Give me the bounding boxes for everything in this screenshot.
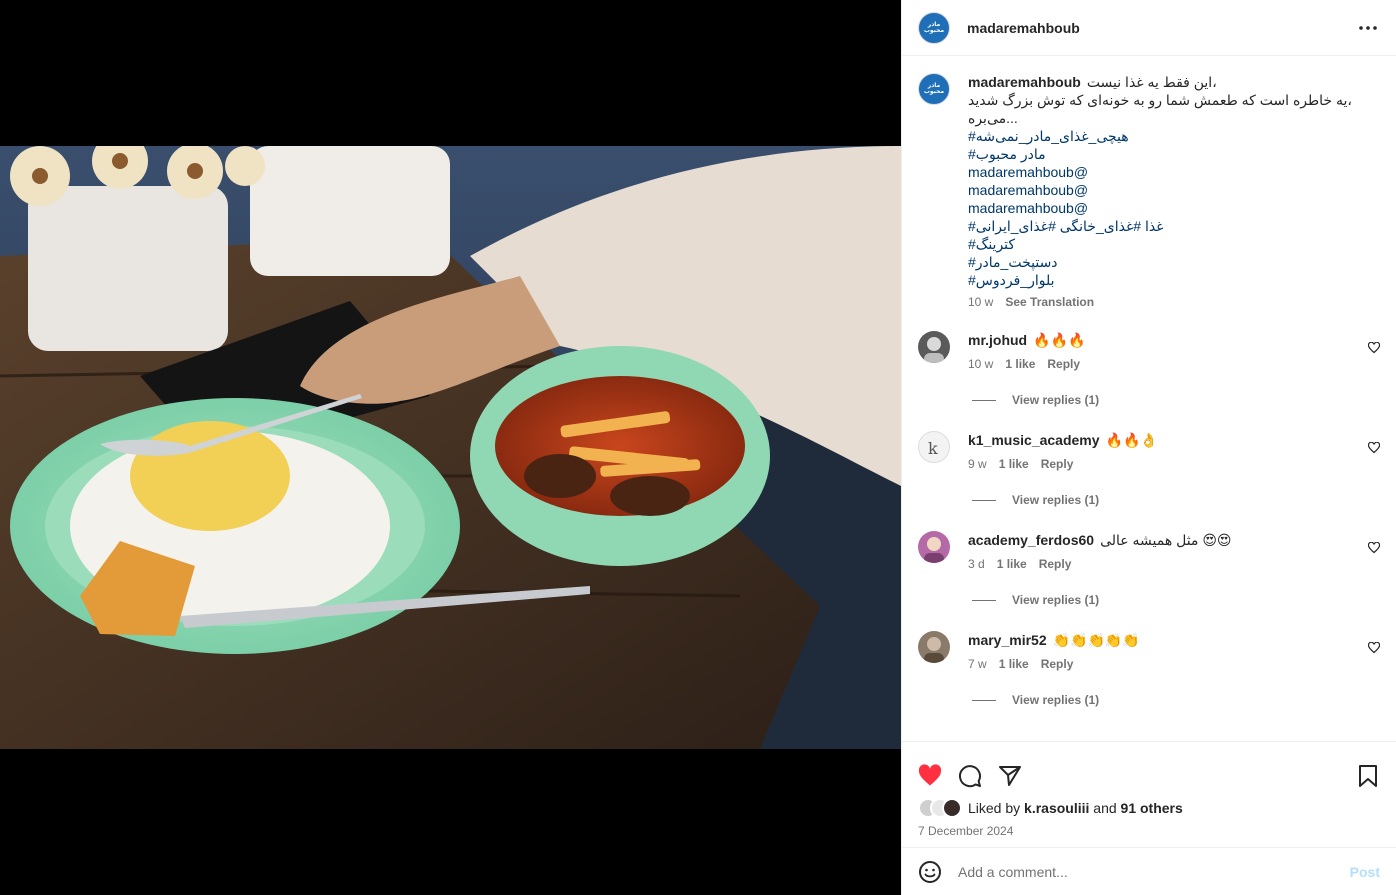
liked-by-others[interactable]: 91 others (1121, 800, 1183, 816)
comment-time[interactable]: 10 w (968, 357, 993, 371)
caption-line: می‌بره... (968, 110, 1018, 126)
mention-link[interactable]: madaremahboub@ (968, 163, 1088, 181)
comment-time[interactable]: 7 w (968, 657, 987, 671)
view-replies-button[interactable]: View replies (1) (972, 593, 1380, 607)
caption-body: madaremahboub این فقط یه غذا نیست، یه خا… (968, 73, 1380, 309)
post-media (0, 0, 901, 895)
view-replies-button[interactable]: View replies (1) (972, 693, 1380, 707)
view-replies-label: View replies (1) (1012, 593, 1100, 607)
comment-item: k k1_music_academy 🔥🔥👌 9 w 1 like Reply (918, 431, 1381, 507)
post-comment-button[interactable]: Post (1350, 864, 1380, 880)
comment-like-heart-icon[interactable] (1367, 641, 1381, 654)
hashtag-link[interactable]: #بلوار_فردوس (968, 271, 1055, 289)
heart-icon[interactable] (918, 764, 942, 788)
comment-text: 👏👏👏👏👏 (1052, 632, 1140, 648)
post-photo[interactable] (0, 146, 901, 749)
view-replies-label: View replies (1) (1012, 393, 1100, 407)
brand-logo-text: مادر محبوب (923, 83, 945, 95)
food-photo-illustration (0, 146, 901, 749)
comment-like-heart-icon[interactable] (1367, 341, 1381, 354)
caption-line: این فقط یه غذا نیست، (1086, 74, 1217, 90)
commenter-username[interactable]: mary_mir52 (968, 631, 1047, 649)
comment-text: 😍😍 مثل همیشه عالی (1100, 532, 1232, 548)
comment-time[interactable]: 3 d (968, 557, 985, 571)
commenter-username[interactable]: k1_music_academy (968, 431, 1100, 449)
hashtag-link[interactable]: #غذا #غذای_خانگی #غذای_ایرانی (968, 217, 1164, 235)
comment-likes[interactable]: 1 like (997, 557, 1027, 571)
comment-likes[interactable]: 1 like (999, 657, 1029, 671)
mention-link[interactable]: madaremahboub@ (968, 199, 1088, 217)
hashtag-link[interactable]: #هیچی_غذای_مادر_نمی‌شه (968, 127, 1129, 145)
commenter-avatar[interactable]: k (918, 431, 950, 463)
share-icon[interactable] (998, 764, 1022, 788)
reply-button[interactable]: Reply (1041, 657, 1074, 671)
add-comment-bar: Post (902, 847, 1396, 895)
author-username[interactable]: madaremahboub (967, 20, 1080, 36)
comment-likes[interactable]: 1 like (1005, 357, 1035, 371)
comment-text: 🔥🔥🔥 (1033, 332, 1086, 348)
comment-like-heart-icon[interactable] (1367, 441, 1381, 454)
view-replies-button[interactable]: View replies (1) (972, 493, 1380, 507)
comment-time[interactable]: 9 w (968, 457, 987, 471)
comment-likes[interactable]: 1 like (999, 457, 1029, 471)
likes-summary: Liked by k.rasouliii and 91 others (902, 796, 1396, 818)
caption-line: یه خاطره است که طعمش شما رو به خونه‌ای ک… (968, 92, 1352, 108)
post-caption: مادر محبوب madaremahboub این فقط یه غذا … (918, 73, 1380, 309)
post-actions: Liked by k.rasouliii and 91 others 7 Dec… (902, 741, 1396, 895)
bookmark-icon[interactable] (1356, 764, 1380, 788)
comment-item: academy_ferdos60 😍😍 مثل همیشه عالی 3 d 1… (918, 531, 1381, 607)
comment-icon[interactable] (958, 764, 982, 788)
comment-like-heart-icon[interactable] (1367, 541, 1381, 554)
caption-author-avatar[interactable]: مادر محبوب (918, 73, 950, 105)
caption-time[interactable]: 10 w (968, 295, 993, 309)
brand-logo-text: مادر محبوب (923, 21, 945, 34)
add-comment-input[interactable] (958, 863, 1350, 880)
commenter-avatar[interactable] (918, 331, 950, 363)
hashtag-link[interactable]: #دستپخت_مادر (968, 253, 1058, 271)
commenter-avatar[interactable] (918, 631, 950, 663)
comment-text: 🔥🔥👌 (1105, 432, 1158, 448)
hashtag-link[interactable]: #مادر محبوب (968, 145, 1046, 163)
liked-by-and: and (1093, 800, 1117, 816)
svg-text:k: k (928, 439, 938, 458)
see-translation-link[interactable]: See Translation (1005, 295, 1094, 309)
post-side-panel: مادر محبوب madaremahboub مادر محبوب mada… (901, 0, 1396, 895)
liked-by-user[interactable]: k.rasouliii (1024, 800, 1089, 816)
reply-button[interactable]: Reply (1039, 557, 1072, 571)
comments-scroll-area[interactable]: مادر محبوب madaremahboub این فقط یه غذا … (902, 57, 1396, 741)
commenter-username[interactable]: academy_ferdos60 (968, 531, 1094, 549)
comment-item: mary_mir52 👏👏👏👏👏 7 w 1 like Reply View r… (918, 631, 1381, 707)
commenter-username[interactable]: mr.johud (968, 331, 1027, 349)
post-date[interactable]: 7 December 2024 (902, 818, 1396, 838)
liked-by-prefix: Liked by (968, 800, 1021, 816)
reply-button[interactable]: Reply (1047, 357, 1080, 371)
hashtag-link[interactable]: #کترینگ (968, 235, 1015, 253)
commenter-avatar[interactable] (918, 531, 950, 563)
comment-item: mr.johud 🔥🔥🔥 10 w 1 like Reply View repl… (918, 331, 1381, 407)
post-header: مادر محبوب madaremahboub (902, 0, 1396, 56)
caption-username[interactable]: madaremahboub (968, 74, 1081, 90)
view-replies-label: View replies (1) (1012, 493, 1100, 507)
more-options-icon[interactable] (1356, 16, 1380, 40)
liker-avatars[interactable] (918, 798, 962, 818)
view-replies-button[interactable]: View replies (1) (972, 393, 1380, 407)
reply-button[interactable]: Reply (1041, 457, 1074, 471)
emoji-icon[interactable] (918, 860, 942, 884)
author-avatar[interactable]: مادر محبوب (918, 11, 950, 44)
mention-link[interactable]: madaremahboub@ (968, 181, 1088, 199)
view-replies-label: View replies (1) (1012, 693, 1100, 707)
